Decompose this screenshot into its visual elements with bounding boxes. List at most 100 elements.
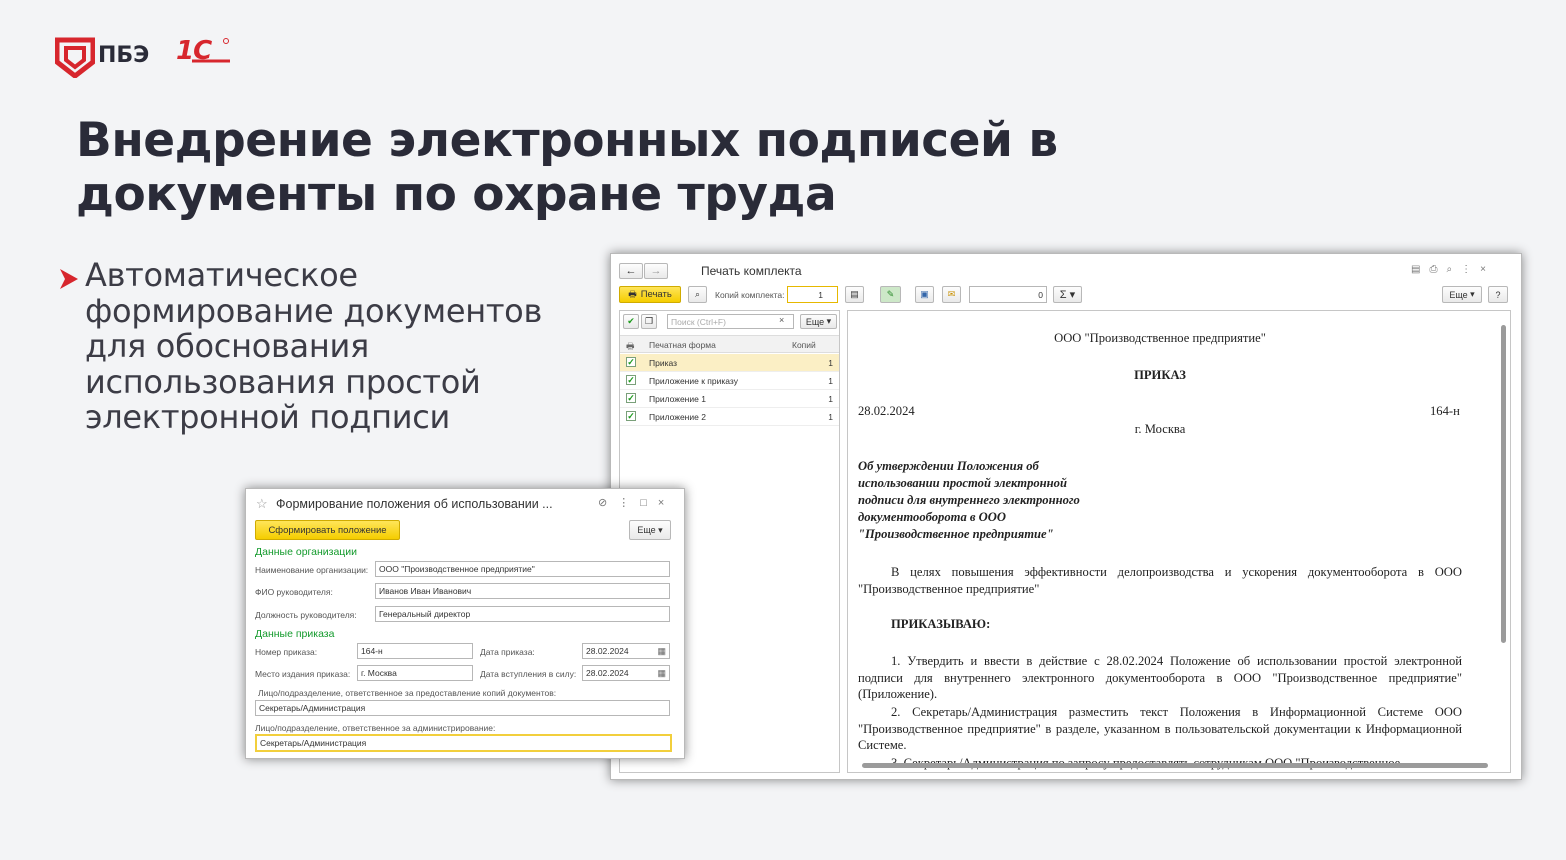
list-more-button[interactable]: Еще ▾ (800, 314, 837, 329)
back-button[interactable]: ← (619, 263, 643, 279)
head-position-label: Должность руководителя: (255, 610, 357, 620)
slide-title-line2: документы по охране труда (76, 167, 837, 222)
org-name-field[interactable]: ООО "Производственное предприятие" (375, 561, 670, 577)
copies-input[interactable]: 1 (787, 286, 838, 303)
horizontal-scrollbar[interactable] (862, 763, 1488, 768)
doc-paragraph: В целях повышения эффективности делопрои… (858, 565, 1462, 596)
copies-responsible-label: Лицо/подразделение, ответственное за пре… (258, 688, 557, 698)
bullet-line: электронной подписи (85, 398, 450, 436)
bullet-line: использования простой (85, 362, 481, 401)
copies-responsible-field[interactable]: Секретарь/Администрация (255, 700, 670, 716)
bullet-arrow-icon (60, 269, 78, 289)
slide-title: Внедрение электронных подписей в докумен… (76, 114, 1176, 222)
pbe-logo-text: ПБЭ (98, 43, 150, 68)
1c-logo: 1С (176, 36, 232, 70)
admin-responsible-label: Лицо/подразделение, ответственное за адм… (255, 723, 496, 733)
calendar-icon[interactable]: ▦ (657, 668, 666, 679)
maximize-icon[interactable]: □ (640, 497, 658, 509)
list-view-button[interactable]: ▤ (845, 286, 864, 303)
row-checkbox[interactable]: ✓ (626, 393, 636, 403)
1c-underline-icon (192, 38, 230, 63)
row-checkbox[interactable]: ✓ (626, 375, 636, 385)
print-set-window: ← → Печать комплекта ▤⎙⌕⋮× 🖶 Печать ⌕ Коп… (610, 253, 1522, 780)
link-icon[interactable]: ⊘ (598, 497, 618, 509)
bullet-line: Автоматическое (85, 256, 358, 294)
row-checkbox[interactable]: ✓ (626, 357, 636, 367)
generate-policy-button[interactable]: Сформировать положение (255, 520, 400, 540)
preview-button[interactable]: ⌕ (688, 286, 707, 303)
close-icon[interactable]: × (658, 497, 675, 509)
search-input[interactable]: Поиск (Ctrl+F) (667, 314, 794, 329)
clear-search-icon[interactable]: × (779, 315, 784, 325)
preview-icon[interactable]: ⌕ (1446, 264, 1461, 275)
bullet-line: формирование документов (85, 291, 543, 330)
save-button[interactable]: ▣ (915, 286, 934, 303)
calendar-icon[interactable]: ▦ (657, 646, 666, 657)
head-position-field[interactable]: Генеральный директор (375, 606, 670, 622)
bullet-line: для обоснования (85, 327, 369, 365)
document-panel: ООО "Производственное предприятие" ПРИКА… (847, 310, 1511, 773)
table-row[interactable]: ✓ Приказ 1 (620, 354, 839, 372)
window-title: Печать комплекта (701, 264, 802, 278)
doc-date: 28.02.2024 (858, 404, 915, 418)
edit-document-button[interactable]: ✎ (880, 286, 901, 303)
menu-dots-icon[interactable]: ⋮ (1461, 264, 1480, 275)
slide-title-line1: Внедрение электронных подписей в (76, 113, 1058, 168)
table-header: 🖶 Печатная форма Копий (620, 335, 839, 353)
order-number-label: Номер приказа: (255, 647, 318, 657)
close-icon[interactable]: × (1480, 264, 1495, 275)
order-date-label: Дата приказа: (480, 647, 535, 657)
window-controls: ▤⎙⌕⋮× (1411, 264, 1495, 275)
order-date-field[interactable]: 28.02.2024 ▦ (582, 643, 670, 659)
table-row[interactable]: ✓ Приложение к приказу 1 (620, 372, 839, 390)
forward-button[interactable]: → (644, 263, 668, 279)
pbe-logo: ПБЭ (55, 36, 155, 78)
check-all-button[interactable]: ✔ (623, 314, 639, 329)
order-section-heading: Данные приказа (255, 628, 335, 640)
doc-item: 1. Утвердить и ввести в действие с 28.02… (858, 654, 1462, 701)
save-window-icon[interactable]: ▤ (1411, 264, 1429, 275)
vertical-scrollbar[interactable] (1501, 325, 1506, 643)
print-button[interactable]: 🖶 Печать (619, 286, 681, 303)
favorite-star-icon[interactable]: ☆ (256, 496, 268, 512)
order-number-field[interactable]: 164-н (357, 643, 473, 659)
form-more-button[interactable]: Еще ▾ (629, 520, 671, 540)
print-column-icon: 🖶 (626, 341, 635, 351)
sum-field[interactable]: 0 (969, 286, 1047, 303)
pbe-shield-icon (55, 37, 95, 78)
admin-responsible-field[interactable]: Секретарь/Администрация (255, 734, 672, 752)
col-form-header: Печатная форма (649, 340, 716, 350)
col-copies-header: Копий (792, 340, 816, 350)
effective-date-label: Дата вступления в силу: (480, 669, 577, 679)
effective-date-field[interactable]: 28.02.2024 ▦ (582, 665, 670, 681)
more-button[interactable]: Еще ▾ (1442, 286, 1482, 303)
copies-label: Копий комплекта: (715, 290, 785, 300)
table-row[interactable]: ✓ Приложение 2 1 (620, 408, 839, 426)
generate-policy-window: ☆ Формирование положения об использовани… (245, 488, 685, 759)
head-name-field[interactable]: Иванов Иван Иванович (375, 583, 670, 599)
doc-order-word: ПРИКАЗЫВАЮ: (891, 617, 991, 631)
doc-number: 164-н (1430, 404, 1460, 418)
doc-city: г. Москва (1134, 422, 1186, 436)
bullet-text: Автоматическое формирование документов д… (85, 256, 605, 436)
sum-button[interactable]: Σ ▾ (1053, 286, 1082, 303)
form-window-controls: ⊘⋮□× (598, 496, 675, 509)
menu-dots-icon[interactable]: ⋮ (618, 497, 640, 509)
row-checkbox[interactable]: ✓ (626, 411, 636, 421)
help-button[interactable]: ? (1488, 286, 1508, 303)
uncheck-all-button[interactable]: ❐ (641, 314, 657, 329)
printer-icon: 🖶 (628, 288, 637, 299)
org-section-heading: Данные организации (255, 546, 358, 558)
place-field[interactable]: г. Москва (357, 665, 473, 681)
print-window-icon[interactable]: ⎙ (1429, 264, 1446, 275)
doc-org-name: ООО "Производственное предприятие" (1054, 331, 1266, 345)
form-window-title: Формирование положения об использовании … (276, 497, 553, 511)
table-row[interactable]: ✓ Приложение 1 1 (620, 390, 839, 408)
doc-heading: ПРИКАЗ (1134, 368, 1186, 382)
doc-item: 2. Секретарь/Администрация разместить те… (858, 705, 1462, 752)
send-mail-button[interactable]: ✉ (942, 286, 961, 303)
doc-subject: Об утверждении Положения об использовани… (858, 459, 1080, 541)
place-label: Место издания приказа: (255, 669, 351, 679)
org-name-label: Наименование организации: (255, 565, 369, 575)
head-name-label: ФИО руководителя: (255, 587, 333, 597)
